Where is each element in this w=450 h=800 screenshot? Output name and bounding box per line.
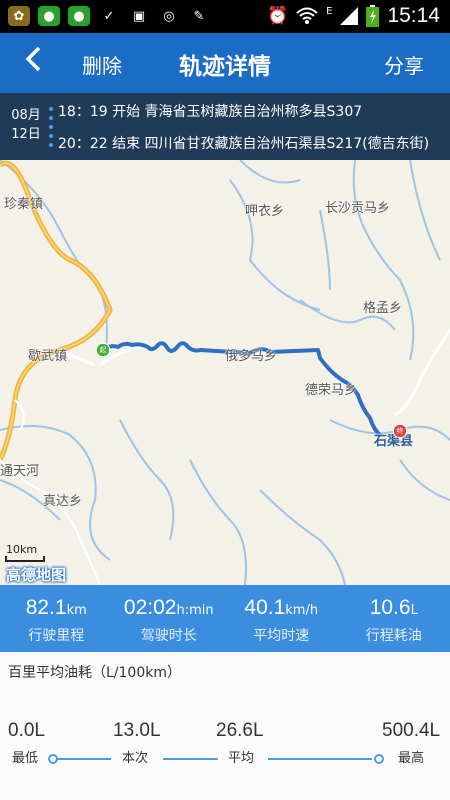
signal-icon [340,7,359,25]
stat-label: 行驶里程 [28,628,85,644]
place-label: 格孟乡 [363,301,403,316]
stat-avg-speed: 40.1km/h 平均时速 [225,585,338,652]
flower-app-icon: ✿ [8,6,30,26]
rivers [0,160,450,585]
alarm-icon: ⏰ [266,6,289,26]
route-map[interactable]: 珍秦镇 呷衣乡 长沙贡马乡 格孟乡 歇武镇 俄多马乡 德荣马乡 石渠县 通天河 … [0,160,450,585]
notification-icons: ✿ ● ● ✓ ▣ ◎ ✎ [8,6,210,26]
back-button[interactable] [25,46,41,78]
place-label: 俄多马乡 [225,349,278,364]
chevron-left-icon [25,46,41,72]
stat-value: 10.6 [369,596,411,619]
share-button[interactable]: 分享 [384,50,424,79]
scale-bar [5,556,45,562]
trip-day: 12日 [11,127,41,142]
fuel-max-label: 最高 [398,751,425,766]
fuel-min-value: 0.0L [8,720,45,741]
page-title: 轨迹详情 [179,54,271,80]
fuel-current-value: 13.0L [113,720,161,741]
download-done-icon: ✓ [103,8,115,24]
place-label: 德荣马乡 [305,383,358,398]
screenshot-icon: ▣ [132,8,146,24]
stat-label: 平均时速 [253,628,310,644]
pen-icon: ✎ [193,8,205,24]
stat-label: 行程耗油 [365,628,422,644]
stat-label: 驾驶时长 [140,628,197,644]
stat-unit: km/h [285,603,319,618]
stat-duration: 02:02h:min 驾驶时长 [113,585,226,652]
stat-distance: 82.1km 行驶里程 [0,585,113,652]
place-label: 真达乡 [43,494,83,509]
trip-start: 18：19 开始 青海省玉树藏族自治州称多县S307 [58,104,363,120]
stat-fuel: 10.6L 行程耗油 [338,585,450,652]
end-marker[interactable]: 终 [393,424,407,438]
wechat-icon: ● [38,6,60,26]
delete-button[interactable]: 删除 [82,50,122,79]
fuel-consumption-panel: 百里平均油耗（L/100km） 0.0L 13.0L 26.6L 500.4L … [0,652,450,800]
system-icons: ⏰ E 15:14 [267,4,440,28]
stat-value: 02:02 [123,596,177,619]
place-label: 歇武镇 [28,349,68,364]
fuel-scale-dot [374,754,384,764]
place-label: 呷衣乡 [245,204,285,219]
place-label: 长沙贡马乡 [325,201,391,216]
map-scale: 10km [6,543,38,556]
fuel-min-label: 最低 [12,751,39,766]
stat-unit: h:min [176,603,214,618]
stat-value: 82.1 [25,596,67,619]
fuel-title: 百里平均油耗（L/100km） [8,665,181,681]
fuel-max-value: 500.4L [382,720,441,741]
trip-date: 08月 12日 [6,106,46,144]
timeline-dots [49,107,53,147]
status-bar: ✿ ● ● ✓ ▣ ◎ ✎ ⏰ E 15:14 [0,0,450,33]
start-marker[interactable]: 起 [96,343,110,357]
trip-info: 08月 12日 18：19 开始 青海省玉树藏族自治州称多县S307 20：22… [0,93,450,160]
place-label: 珍秦镇 [4,197,44,212]
wechat-icon: ● [68,6,90,26]
roads [0,160,450,585]
trip-stats: 82.1km 行驶里程 02:02h:min 驾驶时长 40.1km/h 平均时… [0,585,450,652]
stat-unit: km [66,603,87,618]
fuel-scale-dot [48,754,58,764]
fuel-avg-value: 26.6L [216,720,264,741]
wifi-icon [296,7,318,24]
battery-charging-icon [366,5,380,27]
stat-unit: L [410,603,418,618]
place-label: 通天河 [0,464,40,479]
network-type: E [326,5,333,17]
fuel-avg-label: 平均 [228,751,255,766]
trip-month: 08月 [11,108,41,123]
fuel-scale-line [56,758,111,760]
stat-value: 40.1 [244,596,286,619]
browser-icon: ◎ [163,8,175,24]
fuel-current-label: 本次 [122,751,149,766]
fuel-scale-line [268,758,372,760]
title-bar: 删除 轨迹详情 分享 [0,33,450,93]
map-canvas [0,160,450,585]
fuel-scale-line [163,758,218,760]
clock: 15:14 [387,4,440,27]
amap-logo: 高德地图 [6,566,67,584]
trip-end: 20：22 结束 四川省甘孜藏族自治州石渠县S217(德吉东街) [58,136,430,152]
